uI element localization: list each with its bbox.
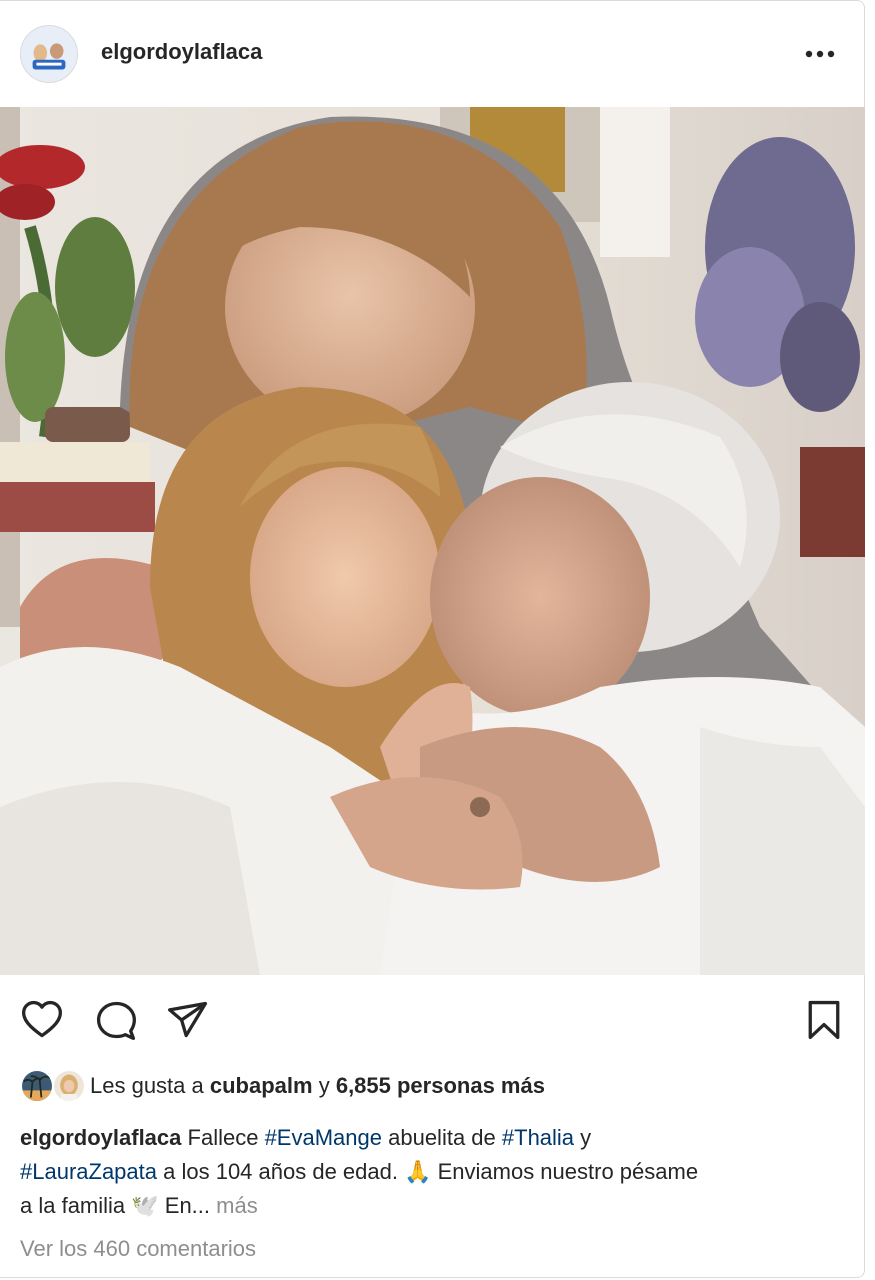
caption-text: y [580, 1125, 592, 1150]
share-button[interactable] [164, 996, 212, 1044]
likes-row: Les gusta a cubapalm y 6,855 personas má… [20, 1067, 860, 1107]
post-card: elgordoylaflaca Les gusta a cubapalm y 6… [0, 0, 865, 1278]
post-actions [0, 976, 865, 1066]
palm-trees-avatar-image [22, 1071, 52, 1101]
caption-more-link[interactable]: más [216, 1193, 258, 1218]
likes-summary: Les gusta a cubapalm y 6,855 personas má… [90, 1073, 545, 1099]
bookmark-outline-icon [808, 1000, 840, 1040]
view-comments-link[interactable]: Ver los 460 comentarios [20, 1236, 256, 1262]
caption-username[interactable]: elgordoylaflaca [20, 1125, 181, 1150]
blonde-woman-avatar-image [54, 1071, 84, 1101]
hashtag-link[interactable]: #EvaMange [265, 1125, 382, 1150]
paper-plane-icon [168, 1001, 208, 1038]
avatar-image [21, 26, 77, 82]
liker-avatar[interactable] [52, 1069, 86, 1103]
likes-connector: y [318, 1073, 330, 1098]
family-photo-image [0, 107, 865, 975]
more-horizontal-icon [805, 50, 835, 58]
heart-outline-icon [22, 1000, 62, 1038]
post-header: elgordoylaflaca [0, 1, 865, 107]
comment-button[interactable] [92, 996, 140, 1044]
liker-username[interactable]: cubapalm [210, 1073, 313, 1098]
like-button[interactable] [18, 996, 66, 1044]
caption-text: a la familia 🕊️ En... [20, 1193, 211, 1218]
liker-avatar[interactable] [20, 1069, 54, 1103]
likes-prefix: Les gusta a [90, 1073, 204, 1098]
post-photo[interactable] [0, 107, 865, 975]
comment-bubble-icon [96, 1001, 136, 1040]
more-options-button[interactable] [800, 39, 840, 69]
save-button[interactable] [800, 996, 848, 1044]
post-caption: elgordoylaflaca Fallece #EvaMange abueli… [20, 1121, 850, 1223]
hashtag-link[interactable]: #LauraZapata [20, 1159, 157, 1184]
header-username[interactable]: elgordoylaflaca [101, 39, 262, 65]
caption-text: Fallece [187, 1125, 259, 1150]
profile-avatar[interactable] [20, 25, 78, 83]
caption-text: abuelita de [388, 1125, 496, 1150]
hashtag-link[interactable]: #Thalia [502, 1125, 574, 1150]
likes-count[interactable]: 6,855 personas más [336, 1073, 545, 1098]
caption-text: a los 104 años de edad. 🙏 Enviamos nuest… [163, 1159, 699, 1184]
